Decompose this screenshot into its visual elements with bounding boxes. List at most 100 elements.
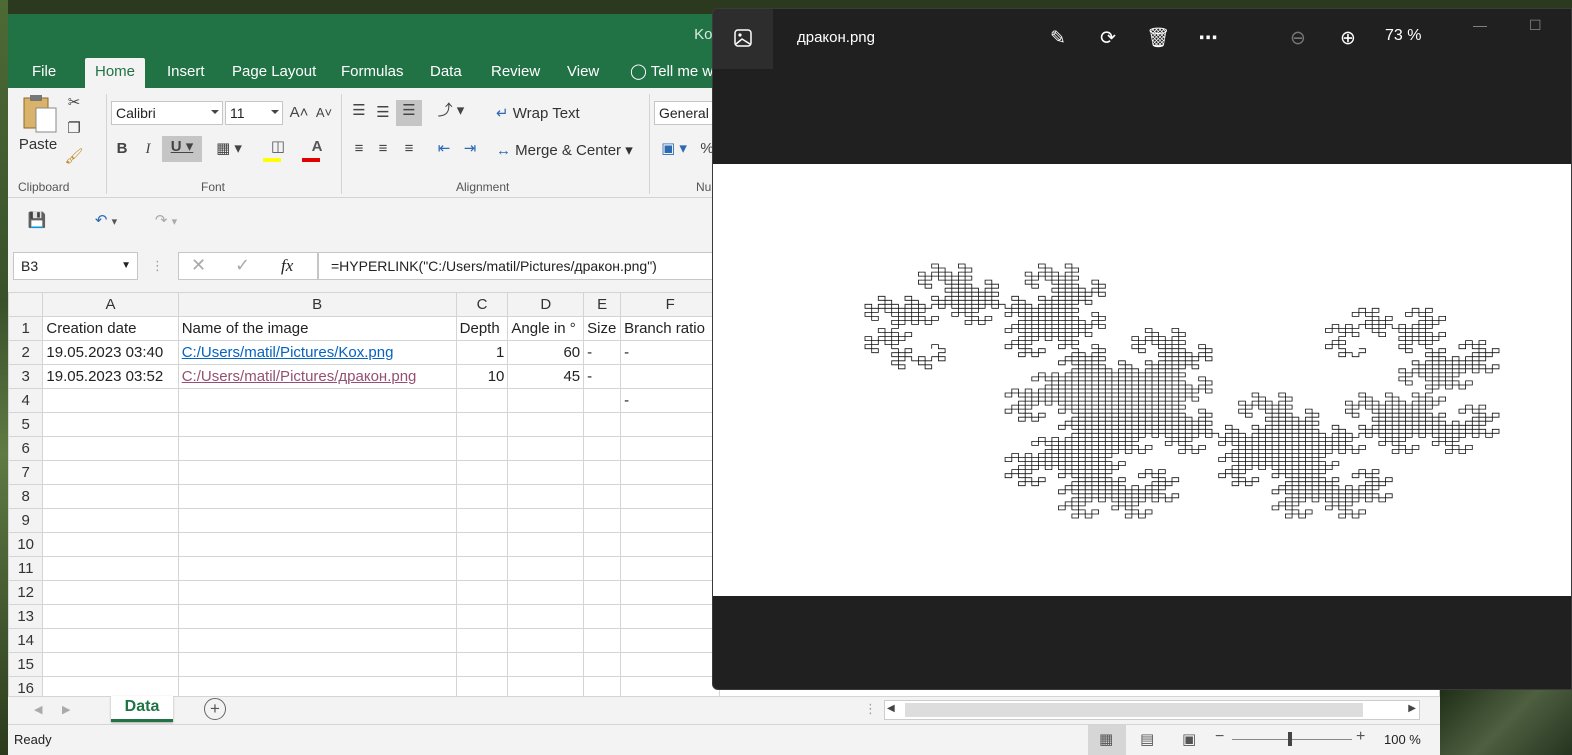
increase-font-icon[interactable]: A˄ <box>288 102 310 124</box>
column-header[interactable]: D <box>507 292 585 317</box>
cell-e15[interactable] <box>583 652 622 677</box>
maximize-icon[interactable]: ☐ <box>1529 17 1542 34</box>
row-header[interactable]: 11 <box>8 556 44 581</box>
align-center-icon[interactable]: ≡ <box>372 138 394 160</box>
cell-c4[interactable] <box>455 388 509 413</box>
tab-view[interactable]: View <box>557 58 609 88</box>
cell-b11[interactable] <box>177 556 457 581</box>
cell-a4[interactable] <box>42 388 179 413</box>
row-header[interactable]: 9 <box>8 508 44 533</box>
row-header[interactable]: 5 <box>8 412 44 437</box>
cell-a15[interactable] <box>42 652 179 677</box>
undo-icon[interactable]: ↶ ▾ <box>86 210 126 232</box>
cancel-icon[interactable]: ✕ <box>191 255 206 276</box>
horizontal-scrollbar[interactable]: ◀ ▶ <box>884 700 1420 720</box>
cell-c3[interactable]: 10 <box>455 364 509 389</box>
cell-b5[interactable] <box>177 412 457 437</box>
cell-e10[interactable] <box>583 532 622 557</box>
zoom-slider-thumb[interactable] <box>1288 732 1292 746</box>
scroll-thumb[interactable] <box>905 703 1363 717</box>
cell-d5[interactable] <box>507 412 585 437</box>
cell-a11[interactable] <box>42 556 179 581</box>
cell-d9[interactable] <box>507 508 585 533</box>
cell-c1[interactable]: Depth <box>455 316 509 341</box>
cell-b6[interactable] <box>177 436 457 461</box>
decrease-indent-icon[interactable]: ⇤ <box>433 138 455 160</box>
cell-d3[interactable]: 45 <box>507 364 585 389</box>
cell-f11[interactable] <box>620 556 721 581</box>
decrease-font-icon[interactable]: A˅ <box>313 102 335 124</box>
cell-e9[interactable] <box>583 508 622 533</box>
column-header[interactable]: C <box>455 292 509 317</box>
cell-c5[interactable] <box>455 412 509 437</box>
rotate-icon[interactable]: ⟳ <box>1093 25 1123 55</box>
page-layout-view-icon[interactable]: ▤ <box>1140 730 1154 748</box>
row-header[interactable]: 16 <box>8 676 44 696</box>
row-header[interactable]: 12 <box>8 580 44 605</box>
cell-b12[interactable] <box>177 580 457 605</box>
cell-b16[interactable] <box>177 676 457 696</box>
sheet-tab-data[interactable]: Data <box>111 696 173 722</box>
cell-e5[interactable] <box>583 412 622 437</box>
zoom-out-button[interactable]: − <box>1215 728 1224 746</box>
cell-b1[interactable]: Name of the image <box>177 316 457 341</box>
cell-f6[interactable] <box>620 436 721 461</box>
cell-e1[interactable]: Size <box>583 316 622 341</box>
align-left-icon[interactable]: ≡ <box>348 138 370 160</box>
cell-d10[interactable] <box>507 532 585 557</box>
cell-a1[interactable]: Creation date <box>42 316 179 341</box>
cell-f8[interactable] <box>620 484 721 509</box>
cell-c6[interactable] <box>455 436 509 461</box>
select-all-corner[interactable] <box>8 292 44 317</box>
copy-icon[interactable]: ❐ <box>63 118 85 140</box>
cell-b8[interactable] <box>177 484 457 509</box>
cell-a3[interactable]: 19.05.2023 03:52 <box>42 364 179 389</box>
cell-a5[interactable] <box>42 412 179 437</box>
cell-e14[interactable] <box>583 628 622 653</box>
cell-d1[interactable]: Angle in ° <box>507 316 585 341</box>
cell-f4[interactable]: - <box>620 388 721 413</box>
merge-center-button[interactable]: ↔ Merge & Center ▾ <box>496 141 633 159</box>
gallery-icon[interactable] <box>713 9 773 69</box>
cell-b7[interactable] <box>177 460 457 485</box>
column-header[interactable]: B <box>177 292 457 317</box>
zoom-in-button[interactable]: + <box>1356 728 1365 746</box>
cell-d2[interactable]: 60 <box>507 340 585 365</box>
cell-d15[interactable] <box>507 652 585 677</box>
cell-f2[interactable]: - <box>620 340 721 365</box>
add-sheet-icon[interactable]: + <box>204 698 226 720</box>
cell-b10[interactable] <box>177 532 457 557</box>
cell-d11[interactable] <box>507 556 585 581</box>
cell-e2[interactable]: - <box>583 340 622 365</box>
cell-b9[interactable] <box>177 508 457 533</box>
increase-indent-icon[interactable]: ⇥ <box>459 138 481 160</box>
save-icon[interactable]: 💾 <box>26 210 48 232</box>
row-header[interactable]: 8 <box>8 484 44 509</box>
align-right-icon[interactable]: ≡ <box>398 138 420 160</box>
font-color-icon[interactable]: A <box>299 136 335 162</box>
tell-me-search[interactable]: ◯ Tell me w <box>620 58 723 88</box>
hyperlink[interactable]: C:/Users/matil/Pictures/дракон.png <box>182 368 417 385</box>
cell-a9[interactable] <box>42 508 179 533</box>
row-header[interactable]: 13 <box>8 604 44 629</box>
cell-b2[interactable]: C:/Users/matil/Pictures/Kox.png <box>177 340 457 365</box>
font-name-select[interactable]: Calibri <box>111 101 223 125</box>
tab-insert[interactable]: Insert <box>157 58 215 88</box>
cell-d4[interactable] <box>507 388 585 413</box>
cell-e13[interactable] <box>583 604 622 629</box>
column-header[interactable]: E <box>583 292 622 317</box>
tab-review[interactable]: Review <box>481 58 550 88</box>
row-header[interactable]: 1 <box>8 316 44 341</box>
cell-c2[interactable]: 1 <box>455 340 509 365</box>
cell-f16[interactable] <box>620 676 721 696</box>
splitter-icon[interactable]: ⋮ <box>864 701 877 717</box>
cell-f3[interactable] <box>620 364 721 389</box>
align-bottom-icon[interactable]: ☰ <box>396 100 422 126</box>
zoom-in-icon[interactable]: ⊕ <box>1333 25 1363 55</box>
cell-f1[interactable]: Branch ratio <box>620 316 721 341</box>
cell-e6[interactable] <box>583 436 622 461</box>
cell-b15[interactable] <box>177 652 457 677</box>
column-header[interactable]: F <box>620 292 721 317</box>
cell-a8[interactable] <box>42 484 179 509</box>
cell-c16[interactable] <box>455 676 509 696</box>
